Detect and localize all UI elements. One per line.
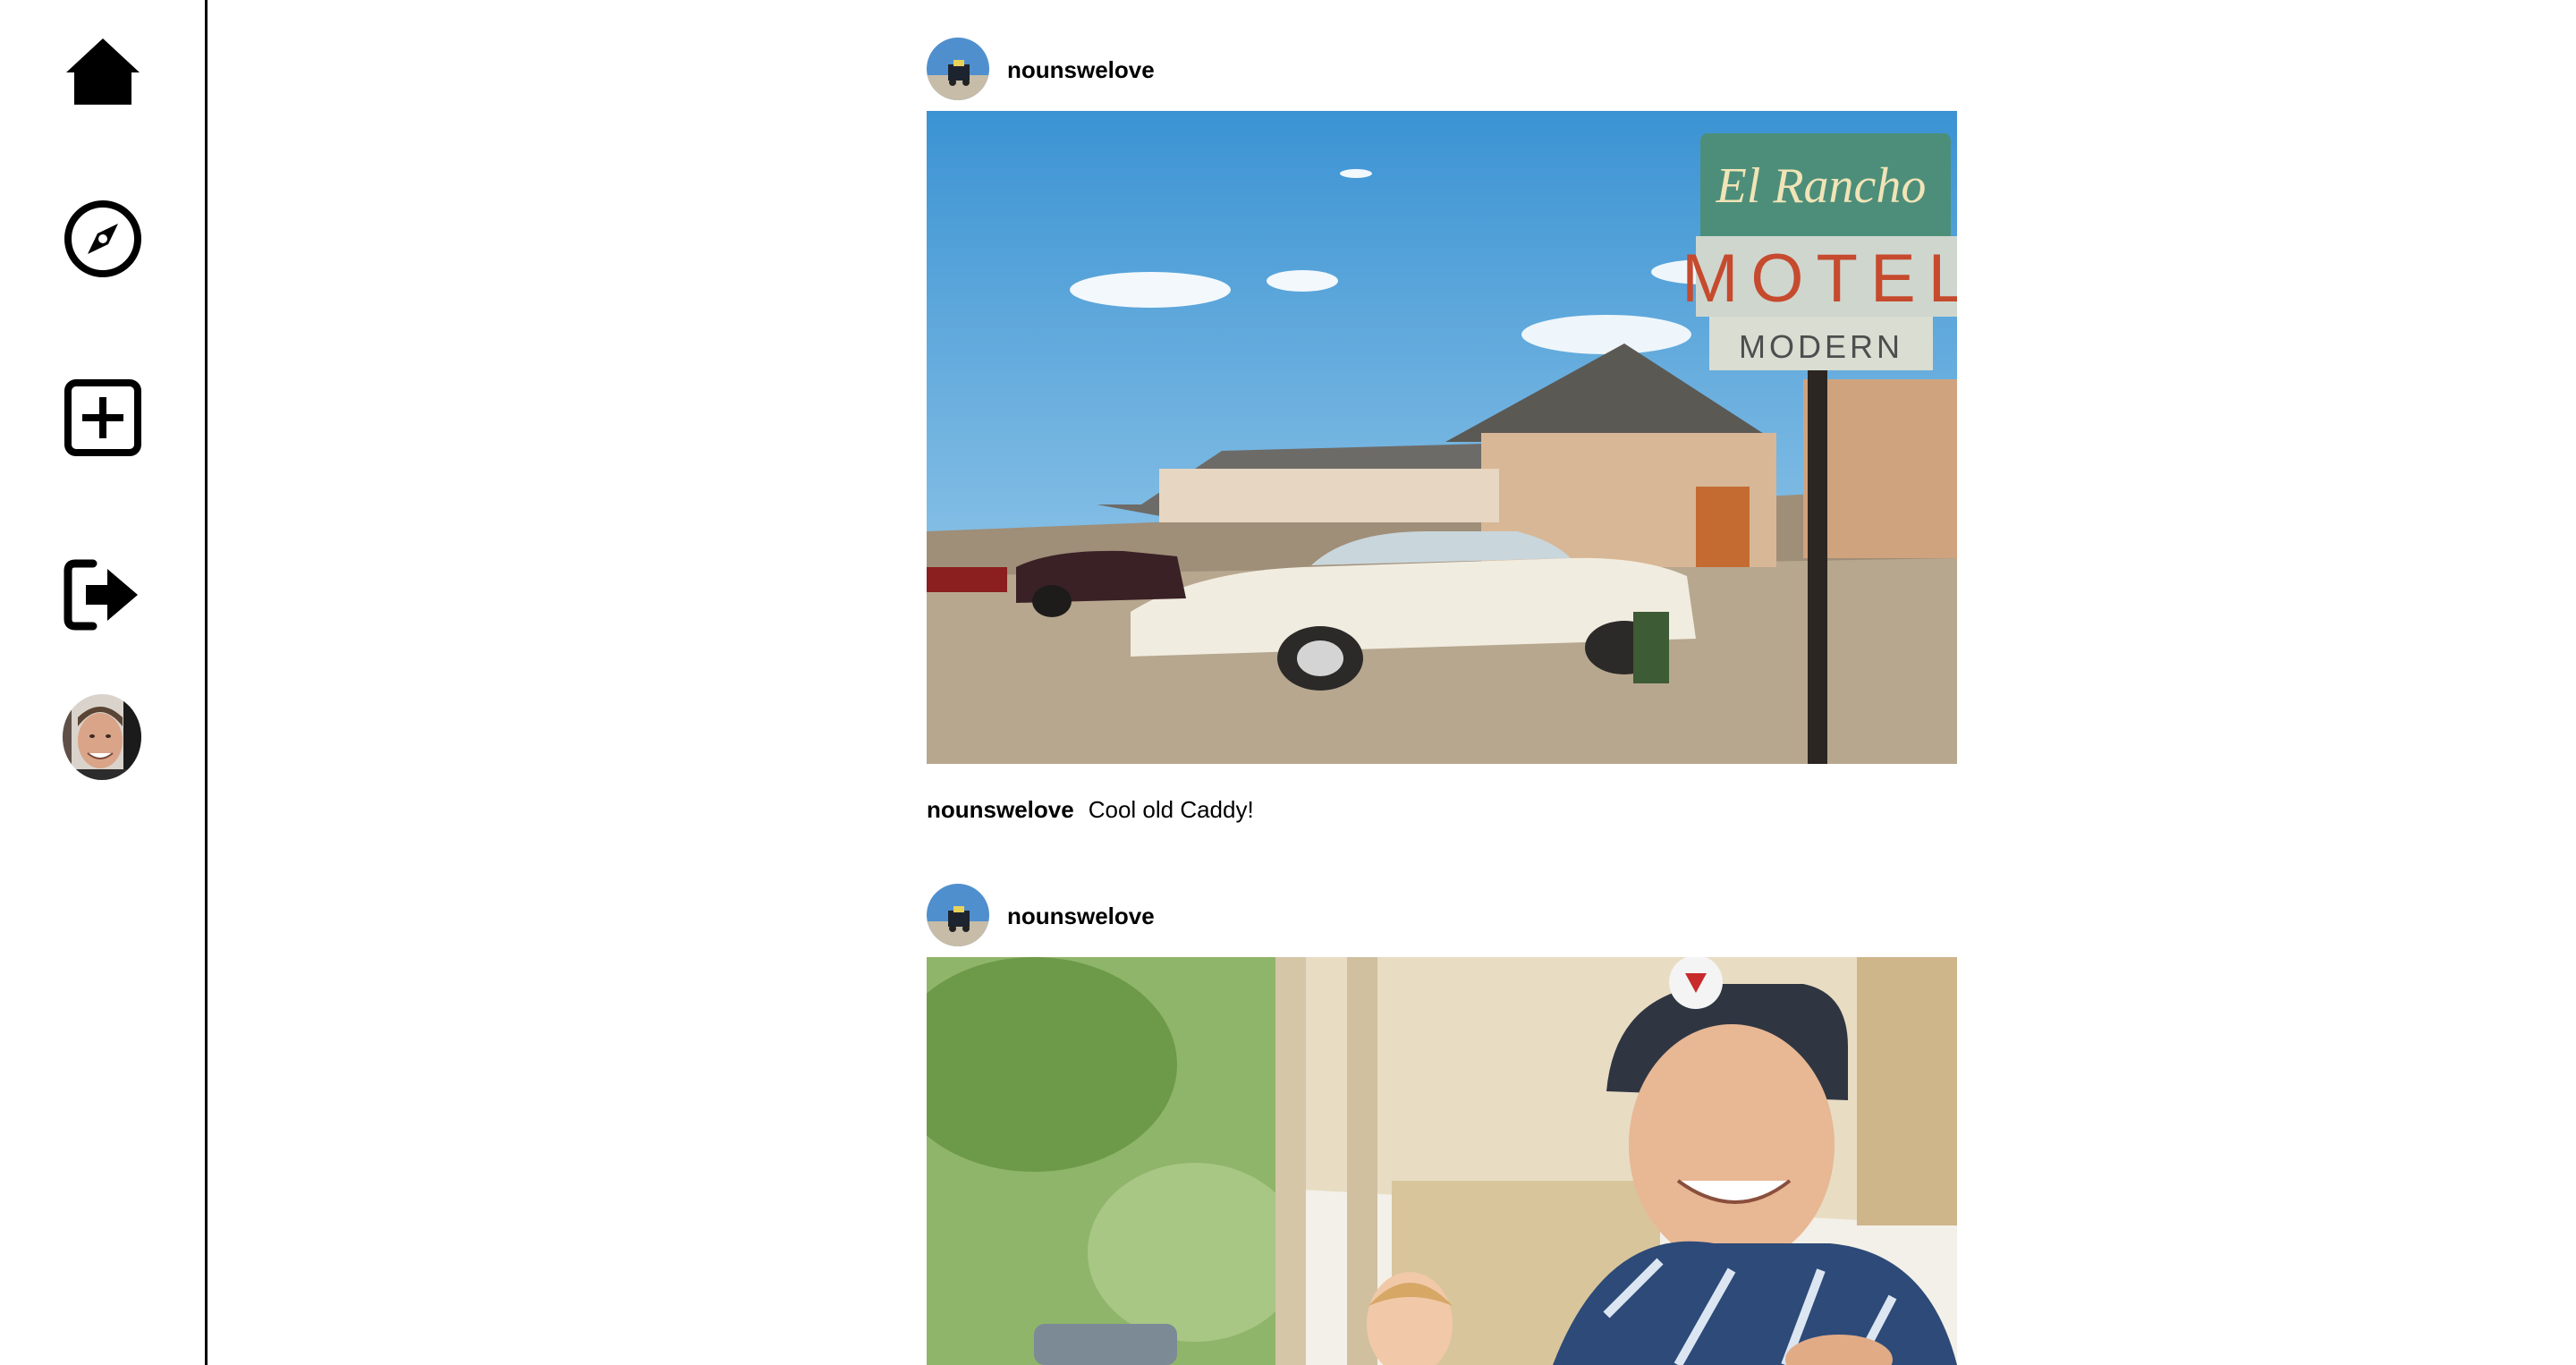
profile-avatar-image	[63, 694, 141, 780]
motel-sign-script: El Rancho	[1716, 158, 1927, 214]
motel-sign-sub: MODERN	[1739, 328, 1903, 365]
motel-photo: El Rancho MOTEL MODERN	[927, 111, 1957, 764]
nav-create-post-button[interactable]	[63, 377, 143, 458]
post-caption: nounswelove Cool old Caddy!	[927, 796, 1254, 824]
post-image	[927, 957, 1957, 1365]
caption-text: Cool old Caddy!	[1088, 796, 1254, 823]
post-username[interactable]: nounswelove	[1007, 56, 1155, 84]
home-icon	[66, 38, 140, 105]
post-header: nounswelove	[927, 884, 1957, 948]
nav-explore-button[interactable]	[63, 199, 143, 279]
logout-icon	[64, 559, 138, 631]
compass-icon	[64, 200, 141, 277]
nav-logout-button[interactable]	[63, 555, 143, 635]
nav-home-button[interactable]	[63, 31, 143, 112]
post-header: nounswelove	[927, 38, 1957, 102]
post-username[interactable]: nounswelove	[1007, 903, 1155, 930]
post-author-avatar[interactable]	[927, 38, 989, 100]
sidebar-nav	[0, 0, 208, 1365]
post-author-avatar-image	[927, 884, 989, 946]
plus-square-icon	[64, 379, 141, 456]
motel-sign-main: MOTEL	[1682, 241, 1957, 317]
post-author-avatar-image	[927, 38, 989, 100]
profile-avatar[interactable]	[63, 694, 141, 780]
porch-selfie-photo	[927, 957, 1957, 1365]
post-image: El Rancho MOTEL MODERN	[927, 111, 1957, 764]
caption-username[interactable]: nounswelove	[927, 796, 1074, 823]
post-author-avatar[interactable]	[927, 884, 989, 946]
